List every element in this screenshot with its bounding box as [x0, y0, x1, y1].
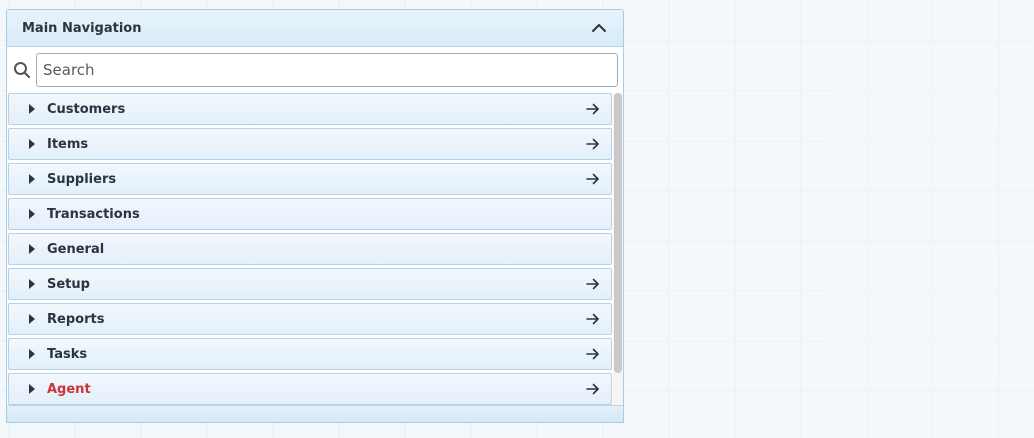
caret-right-icon [29, 139, 37, 149]
panel-header: Main Navigation [7, 10, 623, 47]
nav-item-items[interactable]: Items [8, 128, 612, 160]
nav-item-label: Setup [47, 276, 90, 292]
nav-list-area: Customers Items Suppliers Transactions Gener… [7, 93, 623, 407]
caret-right-icon [29, 314, 37, 324]
scrollbar[interactable] [613, 93, 623, 407]
nav-item-transactions[interactable]: Transactions [8, 198, 612, 230]
caret-right-icon [29, 279, 37, 289]
nav-item-label: Customers [47, 101, 126, 117]
chevron-up-icon [592, 24, 606, 32]
panel-footer [7, 405, 623, 422]
nav-item-agent[interactable]: Agent [8, 373, 612, 405]
nav-item-label: Transactions [47, 206, 140, 222]
search-input[interactable] [36, 53, 618, 87]
nav-item-setup[interactable]: Setup [8, 268, 612, 300]
nav-list: Customers Items Suppliers Transactions Gener… [8, 93, 612, 407]
main-navigation-panel: Main Navigation Customers Items Suppliers T… [6, 9, 624, 423]
arrow-right-icon[interactable] [585, 172, 601, 186]
nav-item-suppliers[interactable]: Suppliers [8, 163, 612, 195]
nav-item-general[interactable]: General [8, 233, 612, 265]
nav-item-label: Tasks [47, 346, 88, 362]
arrow-right-icon[interactable] [585, 312, 601, 326]
arrow-right-icon[interactable] [585, 102, 601, 116]
panel-title: Main Navigation [22, 20, 142, 36]
nav-item-label: Reports [47, 311, 105, 327]
caret-right-icon [29, 349, 37, 359]
caret-right-icon [29, 209, 37, 219]
search-icon [13, 61, 31, 79]
arrow-right-icon[interactable] [585, 347, 601, 361]
collapse-button[interactable] [589, 18, 609, 38]
nav-item-customers[interactable]: Customers [8, 93, 612, 125]
nav-item-label: Items [47, 136, 89, 152]
arrow-right-icon[interactable] [585, 382, 601, 396]
nav-item-label: Agent [47, 381, 91, 397]
caret-right-icon [29, 384, 37, 394]
nav-item-label: Suppliers [47, 171, 117, 187]
arrow-right-icon[interactable] [585, 137, 601, 151]
caret-right-icon [29, 174, 37, 184]
nav-item-tasks[interactable]: Tasks [8, 338, 612, 370]
nav-item-reports[interactable]: Reports [8, 303, 612, 335]
scrollbar-thumb[interactable] [614, 93, 622, 373]
caret-right-icon [29, 244, 37, 254]
search-row [7, 47, 623, 93]
arrow-right-icon[interactable] [585, 277, 601, 291]
nav-item-label: General [47, 241, 105, 257]
caret-right-icon [29, 104, 37, 114]
